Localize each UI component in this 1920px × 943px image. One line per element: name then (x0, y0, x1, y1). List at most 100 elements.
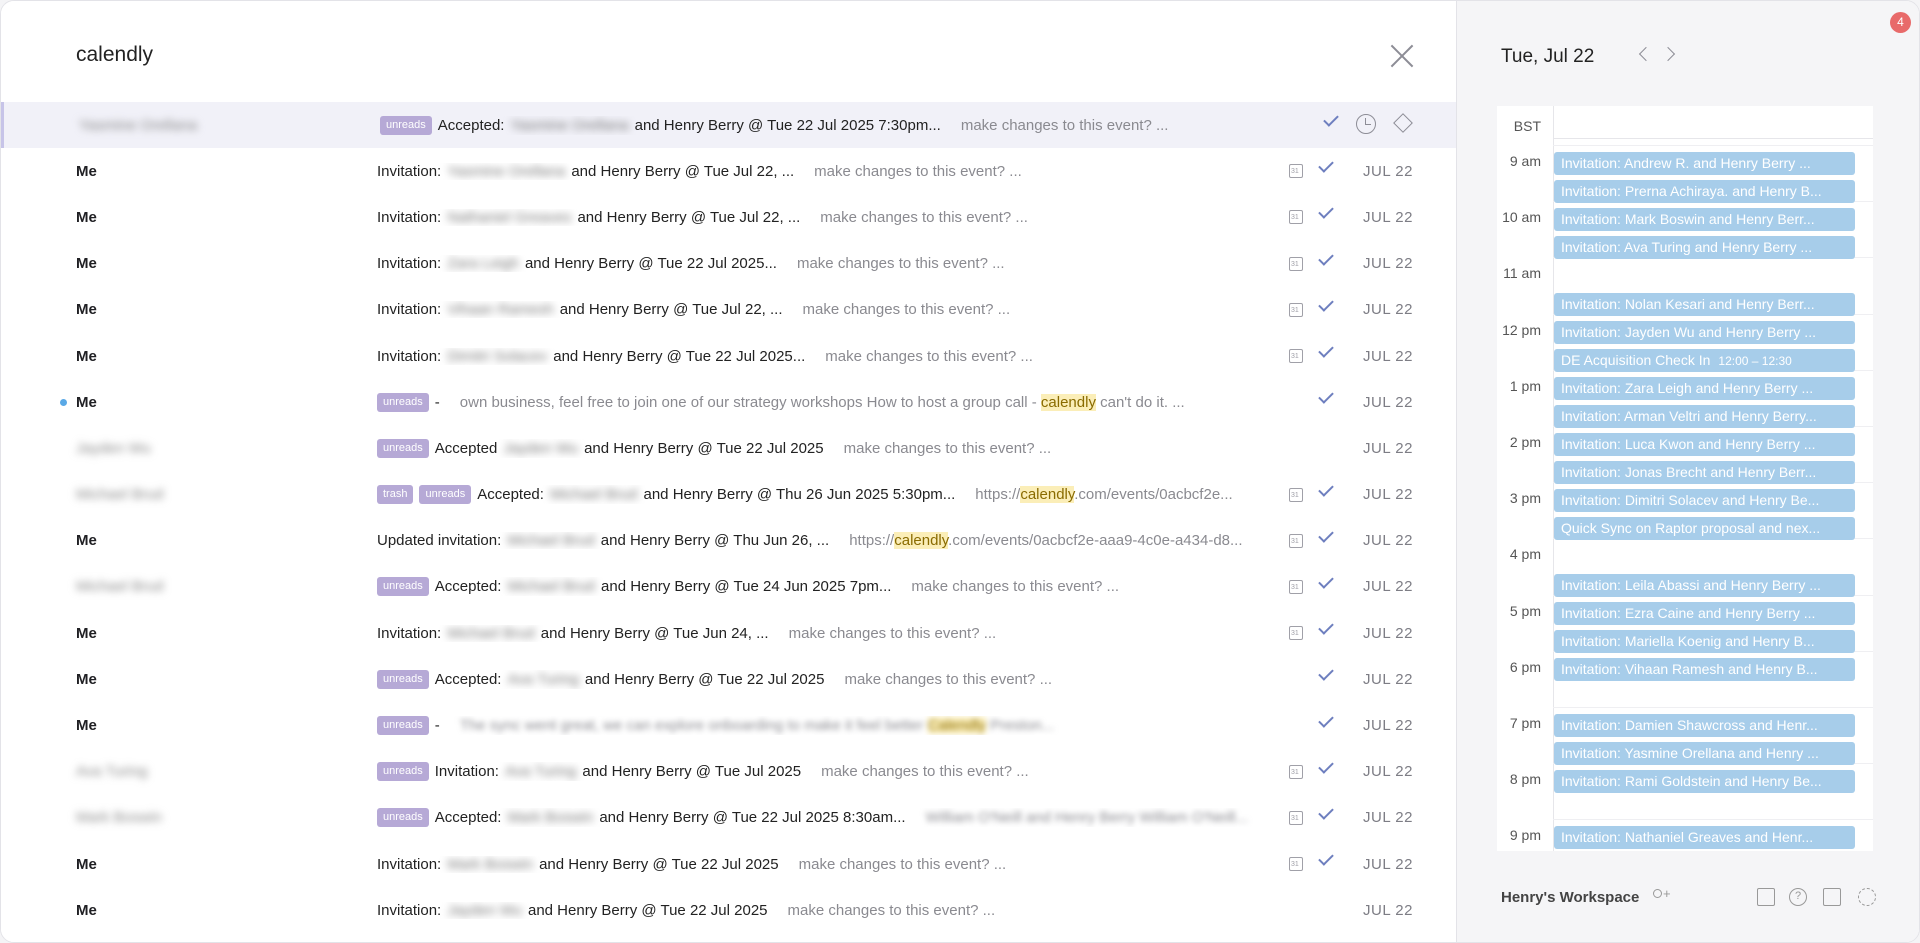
calendar-event[interactable]: Invitation: Leila Abassi and Henry Berry… (1554, 573, 1855, 597)
check-icon[interactable] (1318, 342, 1334, 358)
calendar-icon (1289, 626, 1303, 641)
tag-unreads[interactable]: unreads (377, 392, 429, 412)
check-icon[interactable] (1318, 249, 1334, 266)
calendar-event[interactable]: Invitation: Jonas Brecht and Henry Berr.… (1554, 461, 1855, 485)
chevron-right-icon[interactable] (1660, 46, 1676, 62)
calendar-event[interactable]: Invitation: Arman Veltri and Henry Berry… (1554, 404, 1855, 428)
calendar-panel: Tue, Jul 22 4 BST 9 am 10 am 11 am 12 pm 1 p… (1456, 1, 1919, 942)
tag-unreads[interactable]: unreads (377, 577, 429, 597)
date-label: JUL 22 (1363, 301, 1413, 319)
subject-prefix: - (434, 393, 440, 411)
calendar-event[interactable]: Invitation: Dimitri Solacev and Henry Be… (1554, 489, 1855, 513)
close-icon[interactable] (1389, 43, 1415, 69)
result-row[interactable]: Me Invitation: Michael Brud and Henry Berry… (1, 610, 1456, 656)
result-row[interactable]: Michael Brud trash unreads Accepted: Michael… (1, 472, 1456, 518)
date-label: JUL 22 (1363, 809, 1413, 827)
result-row[interactable]: Me Invitation: Mark Boswin and Henry Berry … (1, 841, 1456, 887)
chevron-left-icon[interactable] (1638, 46, 1654, 62)
calendar-event[interactable]: Invitation: Jayden Wu and Henry Berry ..… (1554, 320, 1855, 344)
calendar-event[interactable]: Invitation: Nathaniel Greaves and Henr..… (1554, 826, 1855, 850)
check-icon[interactable] (1318, 804, 1334, 820)
result-row[interactable]: Me Invitation: Dimitri Solacev and Henry Be… (1, 333, 1456, 379)
event-title: Invitation: Andrew R. and Henry Berry ..… (1561, 155, 1811, 171)
result-row[interactable]: Ava Turing unreads Invitation: Ava Turing an… (1, 749, 1456, 795)
calendar-event[interactable]: Invitation: Nolan Kesari and Henry Berr.… (1554, 292, 1855, 316)
workspace-name[interactable]: Henry's Workspace (1501, 889, 1639, 906)
subject-line: unreads Accepted: Yasmine Orellana and Henr… (380, 115, 1270, 135)
result-row[interactable]: Me Invitation: Vihaan Ramesh and Henry Berr… (1, 287, 1456, 333)
snippet: make changes to this event? ... (821, 763, 1029, 780)
clock-icon[interactable] (1356, 114, 1376, 135)
tag-trash[interactable]: trash (377, 485, 414, 505)
check-icon[interactable] (1318, 757, 1334, 774)
layers-icon[interactable] (1393, 113, 1413, 133)
check-icon[interactable] (1323, 111, 1339, 127)
event-title: Invitation: Mark Boswin and Henry Berr..… (1561, 211, 1815, 228)
redacted-name: Zara Leigh (447, 255, 519, 273)
check-icon[interactable] (1318, 388, 1334, 404)
snippet-text-after: can't do it. ... (1095, 393, 1185, 411)
subject-prefix: Accepted (434, 439, 498, 457)
tag-unreads[interactable]: unreads (377, 808, 429, 828)
check-icon[interactable] (1318, 203, 1334, 220)
result-row[interactable]: Mark Boswin unreads Accepted: Mark Boswin an… (1, 795, 1456, 841)
search-highlight: calendly (1040, 393, 1096, 411)
calendar-event[interactable]: Invitation: Luca Kwon and Henry Berry ..… (1554, 433, 1855, 456)
check-icon[interactable] (1318, 850, 1334, 866)
result-row[interactable]: Jayden Wu unreads Accepted Jayden Wu and Hen… (1, 425, 1456, 471)
subject-prefix: Accepted: (434, 578, 502, 596)
tag-unreads[interactable]: unreads (380, 115, 432, 135)
check-icon[interactable] (1318, 573, 1334, 589)
check-icon[interactable] (1318, 619, 1334, 635)
tag-unreads[interactable]: unreads (377, 669, 429, 689)
tag-unreads[interactable]: unreads (377, 762, 429, 782)
notification-badge[interactable]: 4 (1890, 12, 1911, 33)
check-icon[interactable] (1318, 296, 1334, 312)
calendar-event[interactable]: Invitation: Vihaan Ramesh and Henry B... (1554, 657, 1855, 681)
calendar-event[interactable]: DE Acquisition Check In 12:00 – 12:30 (1554, 348, 1855, 372)
result-row[interactable]: Yasmine Orellana unreads Accepted: Yasmine … (1, 102, 1456, 149)
redacted-name: Yasmine Orellana (447, 162, 566, 180)
calendar-event[interactable]: Invitation: Mariella Koenig and Henry B.… (1554, 629, 1855, 653)
subject-line: Invitation: Dimitri Solacev and Henry Berr… (377, 348, 1267, 365)
result-row[interactable]: Me Invitation: Nathaniel Greaves and Henry … (1, 194, 1456, 240)
check-icon[interactable] (1318, 480, 1334, 497)
calendar-event[interactable]: Invitation: Andrew R. and Henry Berry ..… (1554, 152, 1855, 175)
calendar-event[interactable]: Invitation: Prerna Achiraya. and Henry B… (1554, 180, 1855, 204)
calendar-event[interactable]: Invitation: Yasmine Orellana and Henry .… (1554, 742, 1855, 766)
result-row[interactable]: Me unreads Accepted: Ava Turing and Henry Be… (1, 656, 1456, 702)
calendar-event[interactable]: Invitation: Zara Leigh and Henry Berry .… (1554, 376, 1855, 400)
subject-line: Updated invitation: Michael Brud and Henry… (377, 532, 1267, 550)
check-icon[interactable] (1318, 711, 1334, 728)
result-row[interactable]: Me Invitation: Jayden Wu and Henry Berry @ … (1, 887, 1456, 933)
calendar-event[interactable]: Invitation: Mark Boswin and Henry Berr..… (1554, 208, 1855, 232)
tag-unreads[interactable]: unreads (377, 716, 429, 736)
calendar-event[interactable]: Invitation: Ava Turing and Henry Berry .… (1554, 236, 1855, 260)
calendar-event[interactable]: Invitation: Damien Shawcross and Henr... (1554, 714, 1855, 737)
calendar-event[interactable]: Invitation: Ezra Caine and Henry Berry .… (1554, 601, 1855, 625)
tag-unreads[interactable]: unreads (377, 438, 429, 458)
result-row[interactable]: Me unreads - own business, feel free to joi… (1, 379, 1456, 425)
app-window: calendly Yasmine Orellana unreads Accepted… (0, 0, 1920, 943)
calendar-event[interactable]: Invitation: Rami Goldstein and Henry Be.… (1554, 770, 1855, 794)
subject-prefix: Invitation: (434, 763, 499, 781)
calendar-event[interactable]: Quick Sync on Raptor proposal and nex... (1554, 517, 1855, 541)
subject-line: Invitation: Vihaan Ramesh and Henry Berry … (377, 301, 1267, 318)
add-user-icon[interactable] (1651, 886, 1671, 906)
settings-icon[interactable] (1858, 888, 1876, 906)
search-input[interactable]: calendly (76, 43, 153, 67)
calendar-icon[interactable] (1823, 888, 1841, 906)
result-row[interactable]: Me Updated invitation: Michael Brud and Hen… (1, 518, 1456, 564)
result-row[interactable]: Me Invitation: Zara Leigh and Henry Berry @… (1, 241, 1456, 287)
result-row[interactable]: Michael Brud unreads Accepted: Michael Brud… (1, 564, 1456, 610)
check-icon[interactable] (1318, 527, 1334, 543)
help-icon[interactable]: ? (1789, 888, 1807, 906)
gift-icon[interactable] (1757, 888, 1775, 906)
check-icon[interactable] (1318, 665, 1334, 682)
result-row[interactable]: Me Invitation: Yasmine Orellana and Henry B… (1, 148, 1456, 194)
hour-line (1553, 819, 1873, 821)
result-row[interactable]: Me unreads - The sync went great, we can ex… (1, 702, 1456, 748)
check-icon[interactable] (1318, 157, 1334, 174)
hour-label: 3 pm (1509, 490, 1541, 507)
tag-unreads[interactable]: unreads (419, 485, 472, 505)
